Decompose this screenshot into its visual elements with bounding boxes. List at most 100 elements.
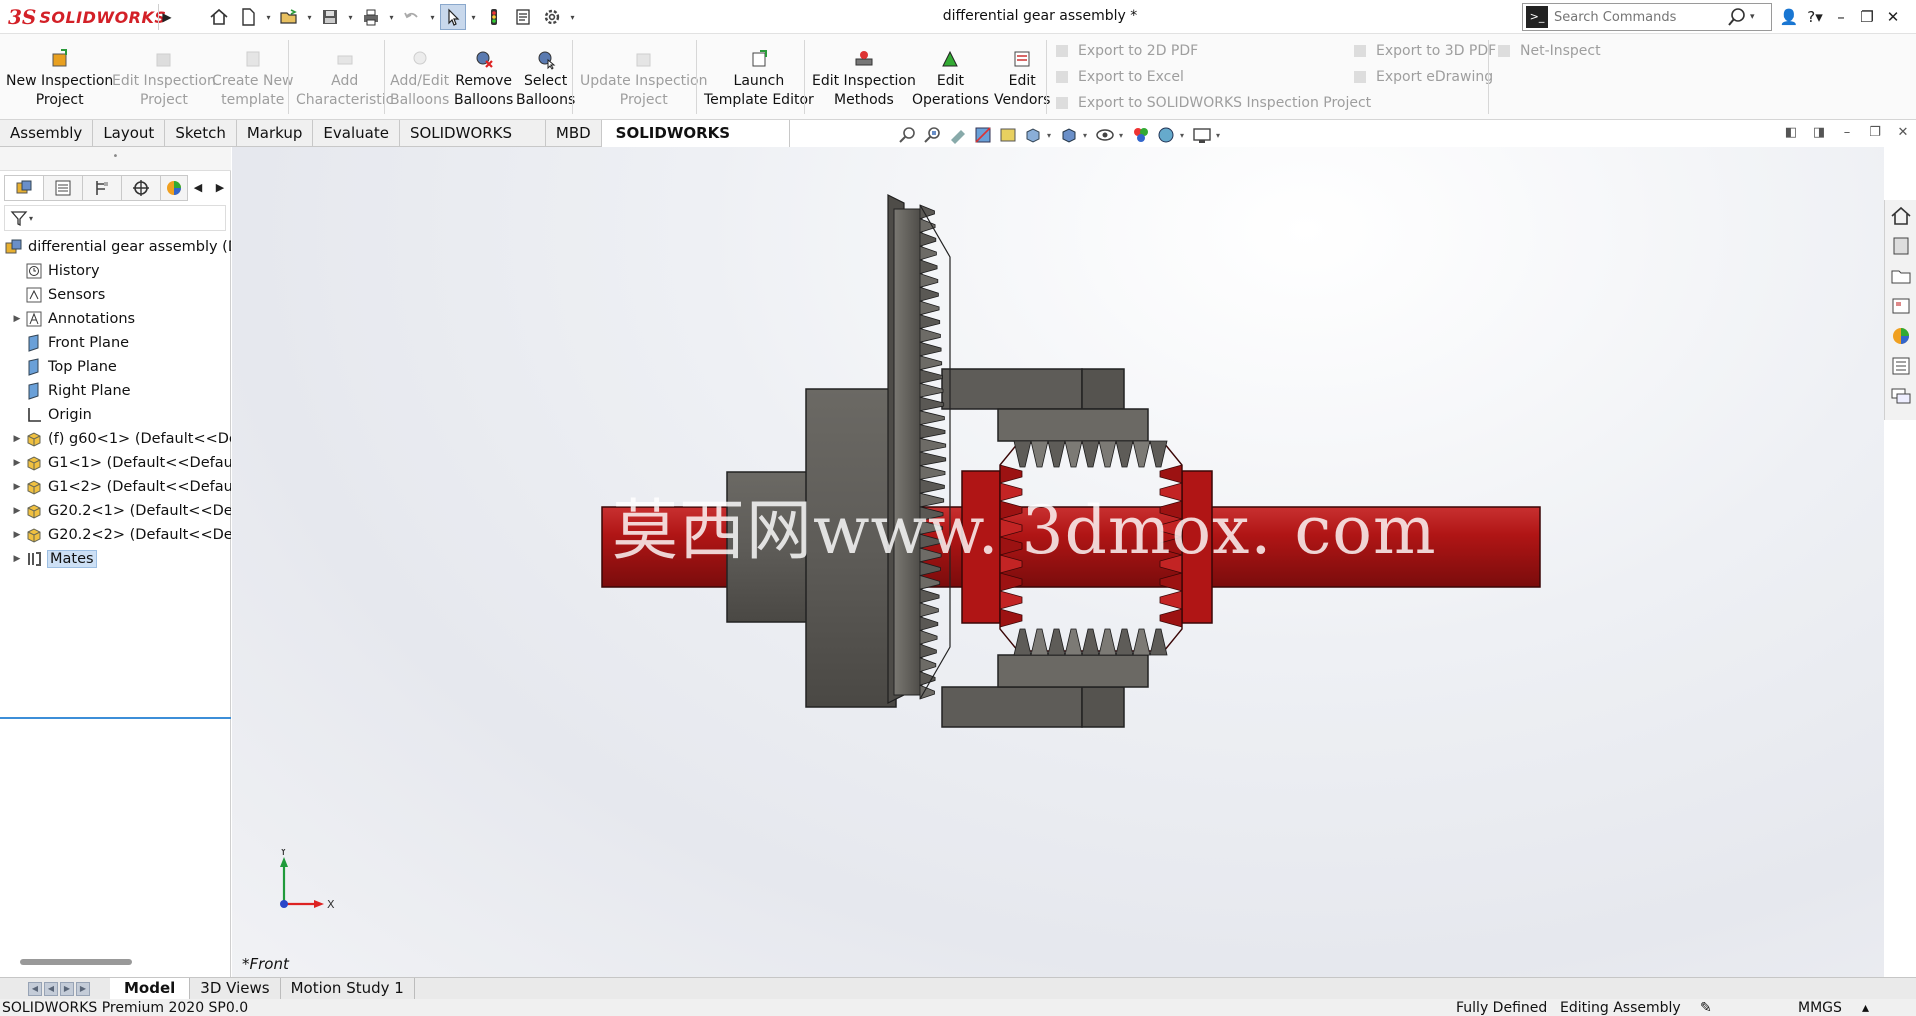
create-new-template-button[interactable]: Create New template xyxy=(212,48,294,110)
home-icon[interactable] xyxy=(1889,204,1913,228)
undo-button[interactable] xyxy=(399,4,425,30)
tree-item-component-g60-1[interactable]: ▶ (f) g60<1> (Default<<Defa xyxy=(0,427,231,451)
add-edit-balloons-button[interactable]: Add/Edit Balloons xyxy=(390,48,449,110)
expand-arrow-icon[interactable]: ▶ xyxy=(10,506,24,516)
search-icon[interactable] xyxy=(1726,6,1748,28)
carrier-arm-bottom[interactable] xyxy=(941,686,1083,728)
save-button[interactable] xyxy=(317,4,343,30)
configurationmanager-tab[interactable] xyxy=(82,175,122,201)
add-characteristic-button[interactable]: Add Characteristic xyxy=(296,48,393,110)
minimize-icon[interactable]: – xyxy=(1838,124,1856,142)
dimxpertmanager-tab[interactable] xyxy=(121,175,161,201)
propertymanager-tab[interactable] xyxy=(43,175,83,201)
horizontal-scrollbar[interactable] xyxy=(20,959,132,965)
next-tab-icon[interactable]: ▶ xyxy=(60,981,74,996)
apply-scene-icon[interactable] xyxy=(1155,124,1177,146)
tree-item-annotations[interactable]: ▶ Annotations xyxy=(0,307,231,331)
dynamic-annotation-icon[interactable] xyxy=(997,124,1019,146)
rebuild-status-icon[interactable]: ✎ xyxy=(1700,1000,1712,1016)
chevron-left-icon[interactable]: ◀ xyxy=(187,175,209,201)
graphics-area[interactable]: 莫西网www. 3dmox. com X Y *Front xyxy=(232,147,1884,977)
help-icon[interactable]: ?▾ xyxy=(1804,4,1826,30)
export-sw-inspection-project-button[interactable]: Export to SOLIDWORKS Inspection Project xyxy=(1054,95,1371,111)
export-2d-pdf-button[interactable]: Export to 2D PDF xyxy=(1054,43,1198,59)
tab-layout[interactable]: Layout xyxy=(93,120,166,147)
tile-right-icon[interactable]: ◨ xyxy=(1810,124,1828,142)
home-button[interactable] xyxy=(206,4,232,30)
expand-arrow-icon[interactable]: ▶ xyxy=(10,314,24,324)
solidworks-logo[interactable]: 3S SOLIDWORKS xyxy=(8,5,166,29)
display-style-icon[interactable] xyxy=(1058,124,1080,146)
chevron-down-icon[interactable]: ▾ xyxy=(1216,131,1224,140)
file-properties-button[interactable] xyxy=(510,4,536,30)
tab-mbd[interactable]: MBD xyxy=(545,120,602,147)
user-icon[interactable]: 👤 xyxy=(1778,4,1800,30)
custom-properties-icon[interactable] xyxy=(1889,354,1913,378)
tab-assembly[interactable]: Assembly xyxy=(0,120,94,147)
reference-triad[interactable]: X Y xyxy=(272,849,342,919)
select-button[interactable] xyxy=(440,4,466,30)
export-excel-button[interactable]: Export to Excel xyxy=(1054,69,1184,85)
tab-solidworks-inspection[interactable]: SOLIDWORKS Inspection xyxy=(601,120,790,168)
new-inspection-project-button[interactable]: New Inspection Project xyxy=(6,48,113,110)
menu-expand-icon[interactable]: ▶ xyxy=(160,6,174,28)
tree-item-component-g1-2[interactable]: ▶ G1<2> (Default<<Default> xyxy=(0,475,231,499)
chevron-down-icon[interactable]: ▾ xyxy=(1119,131,1127,140)
tab-model[interactable]: Model xyxy=(110,978,191,999)
search-commands-box[interactable]: >_ ▾ xyxy=(1522,3,1772,31)
expand-arrow-icon[interactable]: ▶ xyxy=(10,482,24,492)
tree-filter[interactable]: ▾ xyxy=(4,205,226,231)
chevron-down-icon[interactable]: ▾ xyxy=(264,13,273,22)
displaymanager-tab[interactable] xyxy=(160,175,188,201)
chevron-down-icon[interactable]: ▾ xyxy=(1750,12,1755,22)
options-button[interactable] xyxy=(539,4,565,30)
chevron-down-icon[interactable]: ▾ xyxy=(469,13,478,22)
tree-item-component-g1-1[interactable]: ▶ G1<1> (Default<<Default> xyxy=(0,451,231,475)
zoom-to-area-icon[interactable] xyxy=(922,124,944,146)
forum-icon[interactable] xyxy=(1889,384,1913,408)
update-inspection-project-button[interactable]: Update Inspection Project xyxy=(580,48,707,110)
file-explorer-icon[interactable] xyxy=(1889,264,1913,288)
tile-left-icon[interactable]: ◧ xyxy=(1782,124,1800,142)
remove-balloons-button[interactable]: Remove Balloons xyxy=(454,48,513,110)
tree-item-component-g20-2-1[interactable]: ▶ G20.2<1> (Default<<Defau xyxy=(0,499,231,523)
view-orientation-icon[interactable] xyxy=(1022,124,1044,146)
carrier-arm-bottom-cap[interactable] xyxy=(1081,686,1125,728)
unit-system[interactable]: MMGS xyxy=(1798,1000,1842,1016)
chevron-down-icon[interactable]: ▾ xyxy=(305,13,314,22)
new-button[interactable] xyxy=(235,4,261,30)
restore-icon[interactable]: ❐ xyxy=(1866,124,1884,142)
featuremanager-tab[interactable] xyxy=(4,175,44,201)
previous-tab-icon[interactable]: ◀ xyxy=(44,981,58,996)
edit-vendors-button[interactable]: Edit Vendors xyxy=(994,48,1050,110)
launch-template-editor-button[interactable]: Launch Template Editor xyxy=(704,48,814,110)
tab-sketch[interactable]: Sketch xyxy=(165,120,237,147)
tab-solidworks-add-ins[interactable]: SOLIDWORKS Add-Ins xyxy=(399,120,546,168)
chevron-down-icon[interactable]: ▾ xyxy=(428,13,437,22)
minimize-icon[interactable]: – xyxy=(1830,4,1852,30)
net-inspect-button[interactable]: Net-Inspect xyxy=(1496,43,1601,59)
expand-arrow-icon[interactable]: ▶ xyxy=(10,434,24,444)
tree-item-top-plane[interactable]: Top Plane xyxy=(0,355,231,379)
view-palette-icon[interactable] xyxy=(1889,294,1913,318)
previous-view-icon[interactable] xyxy=(947,124,969,146)
close-icon[interactable]: ✕ xyxy=(1882,4,1904,30)
appearances-icon[interactable] xyxy=(1889,324,1913,348)
expand-arrow-icon[interactable]: ▶ xyxy=(10,554,24,564)
expand-arrow-icon[interactable]: ▶ xyxy=(10,530,24,540)
carrier-arm-top[interactable] xyxy=(941,368,1083,410)
expand-arrow-icon[interactable]: ▶ xyxy=(10,458,24,468)
tab-markup[interactable]: Markup xyxy=(236,120,314,147)
print-button[interactable] xyxy=(358,4,384,30)
tab-3d-views[interactable]: 3D Views xyxy=(190,978,281,999)
chevron-down-icon[interactable]: ▾ xyxy=(346,13,355,22)
export-edrawing-button[interactable]: Export eDrawing xyxy=(1352,69,1493,85)
tree-item-sensors[interactable]: Sensors xyxy=(0,283,231,307)
chevron-down-icon[interactable]: ▾ xyxy=(387,13,396,22)
tree-item-front-plane[interactable]: Front Plane xyxy=(0,331,231,355)
tree-item-origin[interactable]: Origin xyxy=(0,403,231,427)
close-icon[interactable]: ✕ xyxy=(1894,124,1912,142)
design-library-icon[interactable] xyxy=(1889,234,1913,258)
search-input[interactable] xyxy=(1554,9,1726,25)
ring-gear[interactable] xyxy=(887,194,951,704)
